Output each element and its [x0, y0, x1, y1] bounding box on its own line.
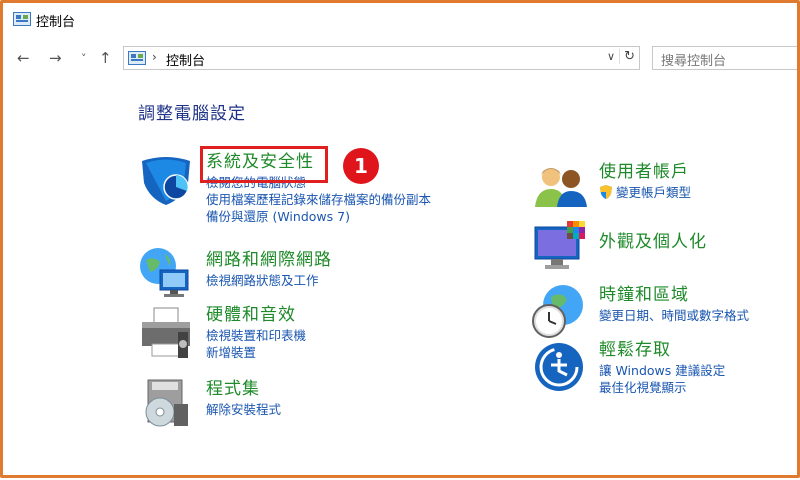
category-hardware-sound: 硬體和音效 檢視裝置和印表機 新增裝置: [206, 303, 306, 361]
category-title-hardware-sound[interactable]: 硬體和音效: [206, 303, 306, 327]
breadcrumb-separator-icon: ›: [152, 50, 157, 64]
category-title-clock-region[interactable]: 時鐘和區域: [599, 283, 749, 307]
category-title-user-accounts[interactable]: 使用者帳戶: [599, 160, 691, 184]
recent-locations-button[interactable]: ˅: [81, 52, 87, 65]
address-bar[interactable]: › 控制台 ∨ ↻: [123, 46, 640, 70]
breadcrumb[interactable]: 控制台: [166, 50, 205, 69]
category-title-programs[interactable]: 程式集: [206, 377, 281, 401]
link-backup-restore[interactable]: 備份與還原 (Windows 7): [206, 208, 431, 225]
chevron-down-icon[interactable]: ∨: [607, 50, 615, 63]
clock-globe-icon: [532, 285, 583, 338]
programs-disc-icon: [145, 379, 188, 427]
navigation-bar: ← → ˅ ↑ › 控制台 ∨ ↻ 搜尋控制台: [3, 43, 797, 73]
refresh-button[interactable]: ↻: [619, 49, 635, 64]
window-frame: 控制台 ← → ˅ ↑ › 控制台 ∨ ↻ 搜尋控制台 調整電腦設定 系統及安全…: [0, 0, 800, 478]
step-number-badge: 1: [343, 148, 379, 184]
forward-button[interactable]: →: [49, 49, 62, 67]
search-placeholder: 搜尋控制台: [661, 54, 727, 69]
accessibility-icon: [535, 343, 583, 391]
monitor-palette-icon: [534, 221, 585, 269]
security-shield-icon: [142, 157, 190, 205]
link-network-status[interactable]: 檢視網路狀態及工作: [206, 272, 332, 289]
link-change-account-type[interactable]: 變更帳戶類型: [599, 184, 691, 201]
category-network-internet: 網路和網際網路 檢視網路狀態及工作: [206, 248, 332, 289]
link-change-date-time-format[interactable]: 變更日期、時間或數字格式: [599, 307, 749, 324]
page-title: 調整電腦設定: [138, 104, 246, 124]
category-title-appearance-personalization[interactable]: 外觀及個人化: [599, 230, 707, 254]
window-title: 控制台: [36, 15, 76, 30]
up-button[interactable]: ↑: [99, 49, 112, 67]
category-appearance-personalization: 外觀及個人化: [599, 230, 707, 254]
highlight-box: [200, 146, 328, 183]
network-globe-icon: [140, 248, 189, 297]
link-label: 變更帳戶類型: [616, 185, 692, 200]
uac-shield-icon: [600, 185, 612, 199]
link-file-history-backup[interactable]: 使用檔案歷程記錄來儲存檔案的備份副本: [206, 191, 431, 208]
link-optimize-visual-display[interactable]: 最佳化視覺顯示: [599, 379, 725, 396]
category-programs: 程式集 解除安裝程式: [206, 377, 281, 418]
printer-icon: [142, 307, 190, 358]
control-panel-icon: [13, 12, 31, 26]
category-clock-region: 時鐘和區域 變更日期、時間或數字格式: [599, 283, 749, 324]
control-panel-icon: [128, 51, 146, 65]
search-input[interactable]: 搜尋控制台: [652, 46, 797, 70]
users-icon: [535, 168, 587, 207]
category-user-accounts: 使用者帳戶 變更帳戶類型: [599, 160, 691, 201]
category-ease-of-access: 輕鬆存取 讓 Windows 建議設定 最佳化視覺顯示: [599, 338, 725, 396]
title-bar: 控制台: [3, 3, 797, 37]
link-devices-printers[interactable]: 檢視裝置和印表機: [206, 327, 306, 344]
category-title-network-internet[interactable]: 網路和網際網路: [206, 248, 332, 272]
link-add-device[interactable]: 新增裝置: [206, 344, 306, 361]
back-button[interactable]: ←: [17, 49, 30, 67]
category-title-ease-of-access[interactable]: 輕鬆存取: [599, 338, 725, 362]
link-uninstall-program[interactable]: 解除安裝程式: [206, 401, 281, 418]
link-windows-suggest-settings[interactable]: 讓 Windows 建議設定: [599, 362, 725, 379]
